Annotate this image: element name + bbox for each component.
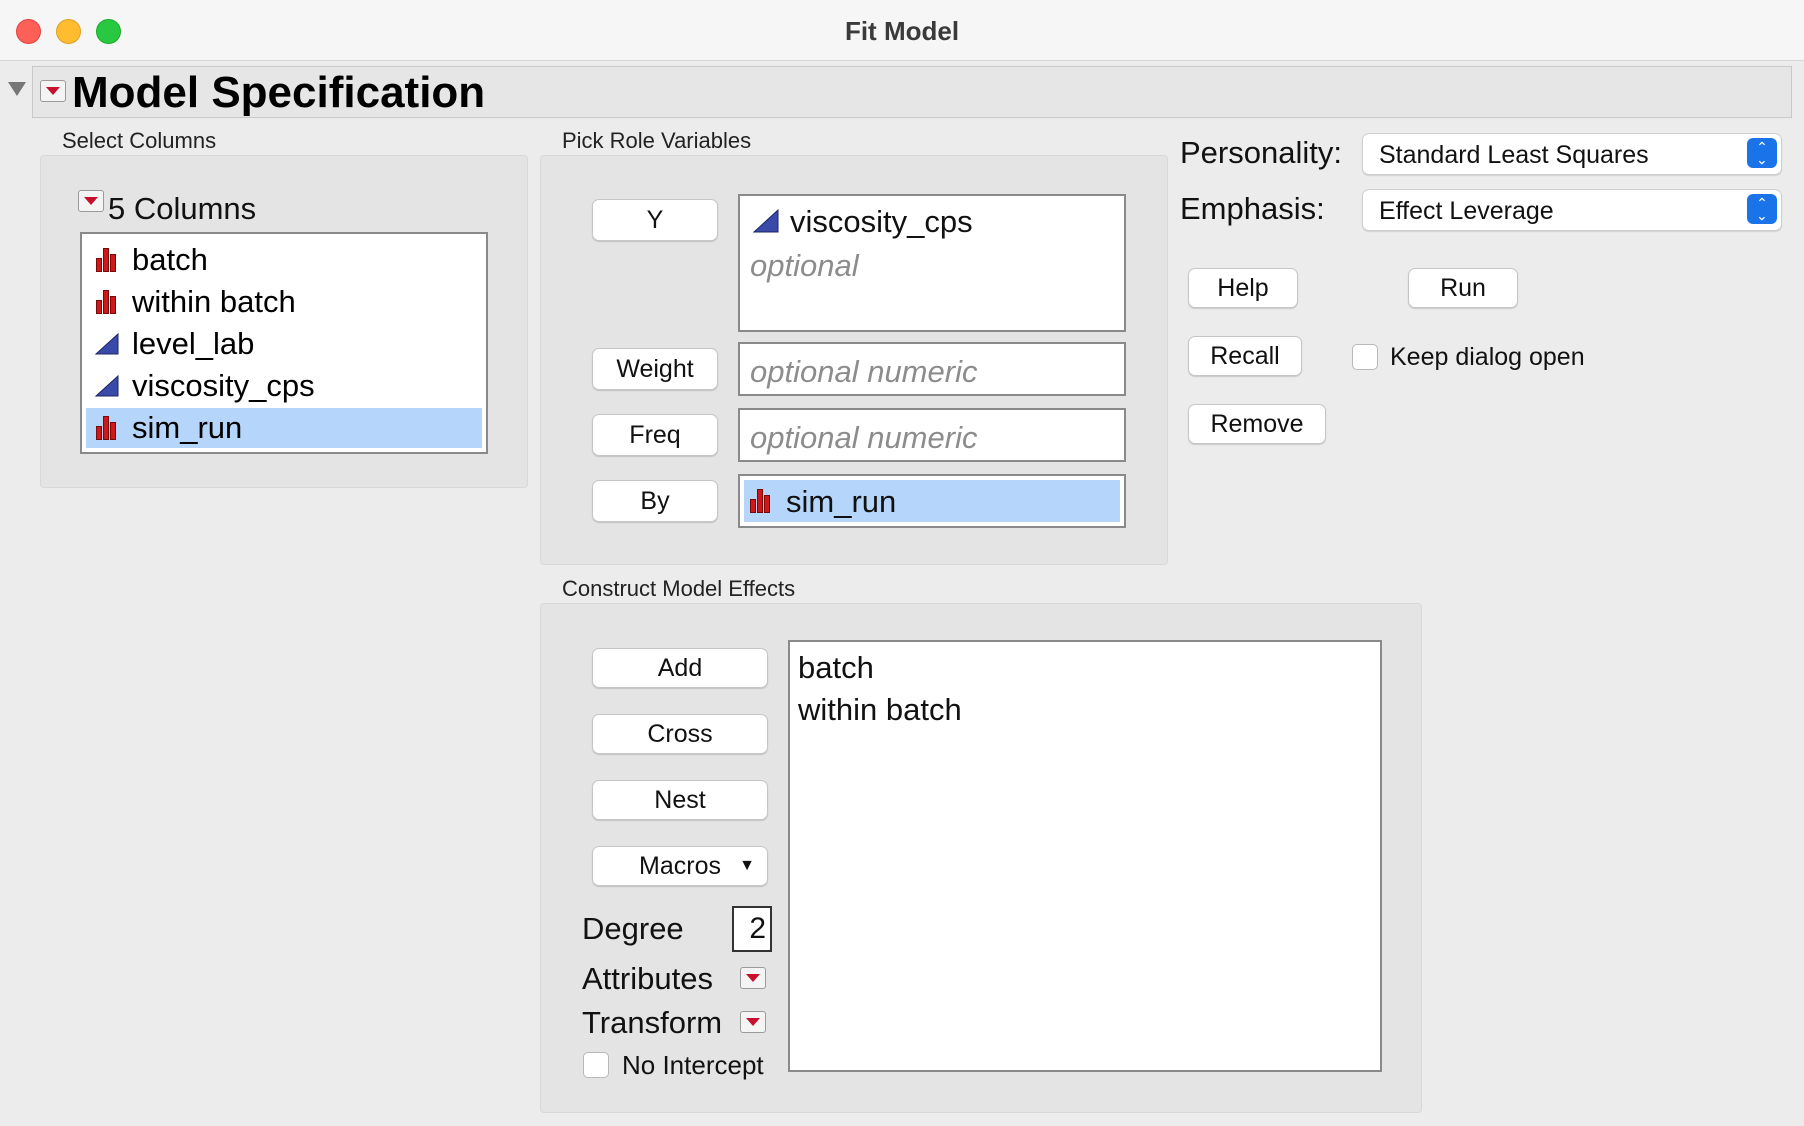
no-intercept-label: No Intercept <box>622 1050 764 1080</box>
y-role-button[interactable]: Y <box>592 199 718 241</box>
column-name: level_lab <box>132 326 255 361</box>
nominal-icon <box>94 248 118 272</box>
cross-effect-button[interactable]: Cross <box>592 714 768 754</box>
column-list-item[interactable]: within batch <box>86 282 482 322</box>
outline-title: Model Specification <box>72 68 486 117</box>
columns-menu-icon[interactable] <box>78 190 104 212</box>
red-triangle-menu-icon[interactable] <box>40 80 66 102</box>
freq-role-field[interactable]: optional numeric <box>738 408 1126 462</box>
weight-role-field[interactable]: optional numeric <box>738 342 1126 396</box>
column-name: sim_run <box>132 410 243 445</box>
by-role-item[interactable]: sim_run <box>744 480 1120 522</box>
continuous-icon <box>94 374 119 397</box>
continuous-icon <box>94 332 119 355</box>
freq-role-placeholder: optional numeric <box>750 420 978 455</box>
help-button[interactable]: Help <box>1188 268 1298 308</box>
chevron-down-icon: ▼ <box>739 857 755 874</box>
column-list-item[interactable]: viscosity_cps <box>86 366 482 406</box>
title-bar: Fit Model <box>0 0 1804 61</box>
emphasis-label: Emphasis: <box>1180 191 1325 226</box>
model-effects-list[interactable]: batch within batch <box>788 640 1382 1072</box>
column-list[interactable]: batch within batch level_lab viscosity_cpss… <box>80 232 488 454</box>
nominal-icon <box>94 416 118 440</box>
emphasis-select[interactable]: Effect Leverage ⌃ ⌃ <box>1362 189 1782 231</box>
nest-effect-button[interactable]: Nest <box>592 780 768 820</box>
select-columns-label: Select Columns <box>62 128 217 153</box>
transform-label: Transform <box>582 1005 723 1040</box>
macros-menu-button[interactable]: Macros ▼ <box>592 846 768 886</box>
keep-dialog-open-checkbox[interactable] <box>1352 344 1378 370</box>
window-title: Fit Model <box>844 16 960 46</box>
keep-dialog-open-label: Keep dialog open <box>1390 343 1585 371</box>
y-role-placeholder: optional <box>750 248 859 283</box>
personality-label: Personality: <box>1180 135 1342 170</box>
weight-role-placeholder: optional numeric <box>750 354 978 389</box>
nominal-icon <box>94 290 118 314</box>
personality-value: Standard Least Squares <box>1379 141 1649 169</box>
by-role-button[interactable]: By <box>592 480 718 522</box>
emphasis-value: Effect Leverage <box>1379 197 1554 225</box>
no-intercept-checkbox[interactable] <box>583 1052 609 1078</box>
column-name: within batch <box>132 284 296 319</box>
pick-role-label: Pick Role Variables <box>562 128 752 153</box>
column-count-label: 5 Columns <box>108 191 257 226</box>
freq-role-button[interactable]: Freq <box>592 414 718 456</box>
column-list-item[interactable]: sim_run <box>86 408 482 448</box>
attributes-menu-icon[interactable] <box>740 967 766 989</box>
add-effect-button[interactable]: Add <box>592 648 768 688</box>
y-role-value: viscosity_cps <box>790 204 973 239</box>
nominal-icon <box>748 489 772 513</box>
attributes-label: Attributes <box>582 961 713 996</box>
chevron-up-down-icon: ⌃ ⌃ <box>1747 138 1777 168</box>
degree-input[interactable]: 2 <box>732 906 772 952</box>
column-name: viscosity_cps <box>132 368 315 403</box>
personality-select[interactable]: Standard Least Squares ⌃ ⌃ <box>1362 133 1782 175</box>
column-list-item[interactable]: level_lab <box>86 324 482 364</box>
y-role-field[interactable]: viscosity_cps optional <box>738 194 1126 332</box>
effect-item[interactable]: batch <box>798 650 874 686</box>
effect-item[interactable]: within batch <box>798 692 962 728</box>
run-button[interactable]: Run <box>1408 268 1518 308</box>
chevron-up-down-icon: ⌃ ⌃ <box>1747 194 1777 224</box>
by-role-value: sim_run <box>786 484 897 519</box>
macros-label: Macros <box>639 852 721 880</box>
transform-menu-icon[interactable] <box>740 1011 766 1033</box>
continuous-icon <box>752 208 779 233</box>
recall-button[interactable]: Recall <box>1188 336 1302 376</box>
column-list-item[interactable]: batch <box>86 240 482 280</box>
column-name: batch <box>132 242 208 277</box>
weight-role-button[interactable]: Weight <box>592 348 718 390</box>
disclosure-triangle-icon[interactable] <box>8 82 26 96</box>
degree-label: Degree <box>582 911 684 946</box>
remove-button[interactable]: Remove <box>1188 404 1326 444</box>
by-role-field[interactable]: sim_run <box>738 474 1126 528</box>
construct-effects-label: Construct Model Effects <box>562 576 796 601</box>
